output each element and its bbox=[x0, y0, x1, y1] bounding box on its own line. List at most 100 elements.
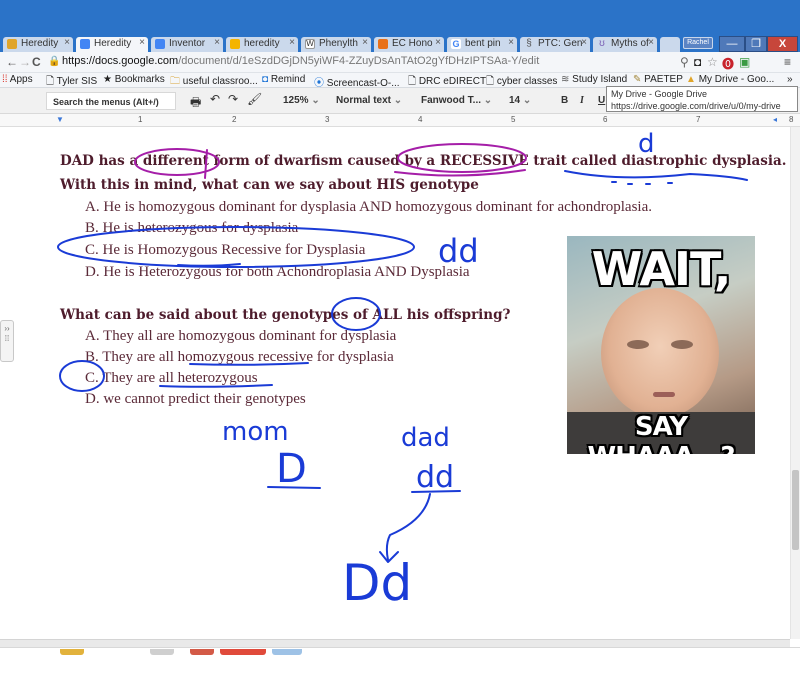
bold-button[interactable]: B bbox=[561, 95, 568, 106]
paint-format-icon[interactable]: 🖌 bbox=[247, 92, 262, 106]
ruler-number: 4 bbox=[418, 115, 423, 124]
underline-button[interactable]: U bbox=[598, 95, 605, 106]
search-menus-input[interactable]: Search the menus (Alt+/) bbox=[46, 92, 176, 110]
close-icon[interactable]: × bbox=[214, 37, 220, 48]
forward-icon[interactable]: → bbox=[19, 55, 31, 69]
close-icon[interactable]: × bbox=[362, 37, 368, 48]
google-docs-icon bbox=[80, 39, 90, 49]
q1-option-c[interactable]: C. He is Homozygous Recessive for Dyspla… bbox=[85, 242, 365, 259]
tab-label: PTC: Gen bbox=[538, 38, 583, 49]
taskbar-active-app-icon[interactable] bbox=[220, 649, 266, 655]
new-tab-button[interactable] bbox=[660, 37, 680, 52]
tab-label: Myths of bbox=[611, 38, 649, 49]
taskbar-chrome-icon[interactable] bbox=[190, 649, 214, 655]
tab-heredity-active[interactable]: Heredity × bbox=[76, 37, 148, 52]
bookmark-my-drive[interactable]: ▲ My Drive - Goo... bbox=[686, 74, 774, 85]
close-icon[interactable]: × bbox=[581, 37, 587, 48]
indent-marker-icon[interactable]: ▼ bbox=[56, 115, 64, 124]
bookmark-apps[interactable]: ⁞⁞ Apps bbox=[2, 74, 33, 85]
q1-option-d[interactable]: D. He is Heterozygous for both Achondrop… bbox=[85, 264, 470, 281]
bookmark-paetep[interactable]: ✎ PAETEP bbox=[633, 74, 683, 85]
ruler[interactable]: ▼ 1 2 3 4 5 6 7 ◂ 8 bbox=[0, 114, 800, 127]
close-icon[interactable]: × bbox=[648, 37, 654, 48]
font-size-select[interactable]: 14 ⌄ bbox=[509, 95, 531, 106]
profile-chip[interactable]: Rachel bbox=[683, 37, 713, 49]
zoom-icon[interactable]: ⚲ bbox=[680, 55, 689, 69]
close-icon[interactable]: × bbox=[139, 37, 145, 48]
vertical-scrollbar[interactable] bbox=[790, 127, 800, 639]
tab-bent-pinky[interactable]: G bent pin × bbox=[447, 37, 517, 52]
style-select[interactable]: Normal text ⌄ bbox=[336, 95, 402, 106]
q1-option-a[interactable]: A. He is homozygous dominant for dysplas… bbox=[85, 199, 652, 216]
q2-option-a[interactable]: A. They all are homozygous dominant for … bbox=[85, 328, 396, 345]
close-icon[interactable]: × bbox=[435, 37, 441, 48]
bookmarks-overflow-icon[interactable]: » bbox=[787, 74, 793, 85]
baby-face bbox=[601, 288, 719, 418]
italic-button[interactable]: I bbox=[580, 95, 584, 106]
q2-option-b[interactable]: B. They are all homozygous recessive for… bbox=[85, 349, 394, 366]
close-icon[interactable]: × bbox=[508, 37, 514, 48]
close-window-button[interactable]: X bbox=[767, 36, 798, 52]
chevron-right-icon: ›› bbox=[4, 324, 10, 333]
blogger-icon bbox=[378, 39, 388, 49]
tab-ptc-genetics[interactable]: § PTC: Gen × bbox=[520, 37, 590, 52]
question-1-line-2[interactable]: With this in mind, what can we say about… bbox=[60, 177, 479, 193]
ruler-number: 1 bbox=[138, 115, 143, 124]
question-2[interactable]: What can be said about the genotypes of … bbox=[60, 307, 510, 323]
tab-label: Phenylth bbox=[319, 38, 358, 49]
tab-ec-honors[interactable]: EC Hono × bbox=[374, 37, 444, 52]
star-icon[interactable]: ☆ bbox=[707, 55, 718, 69]
extension-icon[interactable]: ◘ bbox=[694, 55, 701, 69]
back-icon[interactable]: ← bbox=[6, 55, 18, 69]
grip-icon: ⁞⁞ bbox=[4, 334, 10, 343]
extension-green-icon[interactable]: ▣ bbox=[739, 55, 750, 69]
tab-label: bent pin bbox=[465, 38, 501, 49]
bookmark-study-island[interactable]: ≋ Study Island bbox=[561, 74, 627, 85]
tab-phenylthio[interactable]: W Phenylth × bbox=[301, 37, 371, 52]
tab-label: heredity bbox=[244, 38, 280, 49]
minimize-button[interactable]: — bbox=[719, 36, 745, 52]
close-icon[interactable]: × bbox=[64, 37, 70, 48]
google-slides-icon bbox=[230, 39, 240, 49]
horizontal-scrollbar[interactable] bbox=[0, 639, 790, 647]
font-select[interactable]: Fanwood T... ⌄ bbox=[421, 95, 492, 106]
google-drive-icon bbox=[7, 39, 17, 49]
menu-icon[interactable]: ≡ bbox=[784, 55, 791, 69]
tab-myths[interactable]: ʊ Myths of × bbox=[593, 37, 657, 52]
q1-option-b[interactable]: B. He is heterozygous for dysplasia bbox=[85, 220, 298, 237]
bookmark-remind[interactable]: ◘ Remind bbox=[262, 74, 305, 85]
chevron-down-icon: ⌄ bbox=[522, 95, 532, 106]
meme-bottom-text: SAY WHAAA...? bbox=[588, 412, 736, 454]
q2-option-c[interactable]: C. They are all heterozygous bbox=[85, 370, 258, 387]
restore-button[interactable]: ❐ bbox=[745, 36, 767, 52]
tab-label: EC Hono bbox=[392, 38, 433, 49]
right-indent-marker-icon[interactable]: ◂ bbox=[773, 115, 777, 124]
q2-option-d[interactable]: D. we cannot predict their genotypes bbox=[85, 391, 306, 408]
scrollbar-thumb[interactable] bbox=[792, 470, 799, 550]
folder-icon: 🗀 bbox=[170, 76, 180, 87]
bookmark-bookmarks[interactable]: ★ Bookmarks bbox=[103, 74, 165, 85]
address-bar[interactable]: https://docs.google.com/document/d/1eSzd… bbox=[62, 55, 539, 67]
bookmark-screencast[interactable]: ⦿ Screencast-O-... bbox=[314, 74, 400, 89]
ruler-number: 2 bbox=[232, 115, 237, 124]
undo-icon[interactable]: ↶ bbox=[210, 92, 220, 106]
chevron-down-icon: ⌄ bbox=[311, 95, 320, 106]
zoom-select[interactable]: 125% ⌄ bbox=[283, 95, 320, 106]
taskbar-explorer-icon[interactable] bbox=[60, 649, 84, 655]
remind-icon: ◘ bbox=[262, 74, 269, 85]
baby-mouth bbox=[653, 392, 675, 397]
pinterest-icon[interactable]: ⓿ bbox=[722, 55, 734, 72]
close-icon[interactable]: × bbox=[289, 37, 295, 48]
reload-icon[interactable]: C bbox=[32, 55, 41, 69]
ruler-number: 3 bbox=[325, 115, 330, 124]
question-1-line-1[interactable]: DAD has a different form of dwarfism cau… bbox=[60, 153, 786, 169]
tab-inventory[interactable]: Inventor × bbox=[151, 37, 223, 52]
print-icon[interactable]: 🖶 bbox=[190, 93, 201, 114]
tab-heredity-1[interactable]: Heredity × bbox=[3, 37, 73, 52]
taskbar-window-icon[interactable] bbox=[272, 649, 302, 655]
side-panel-handle[interactable]: ›› ⁞⁞ bbox=[0, 320, 14, 362]
tab-heredity-slides[interactable]: heredity × bbox=[226, 37, 298, 52]
redo-icon[interactable]: ↷ bbox=[228, 92, 238, 106]
taskbar-app-icon[interactable] bbox=[150, 649, 174, 655]
meme-image: WAIT, SAY WHAAA...? bbox=[567, 236, 755, 454]
